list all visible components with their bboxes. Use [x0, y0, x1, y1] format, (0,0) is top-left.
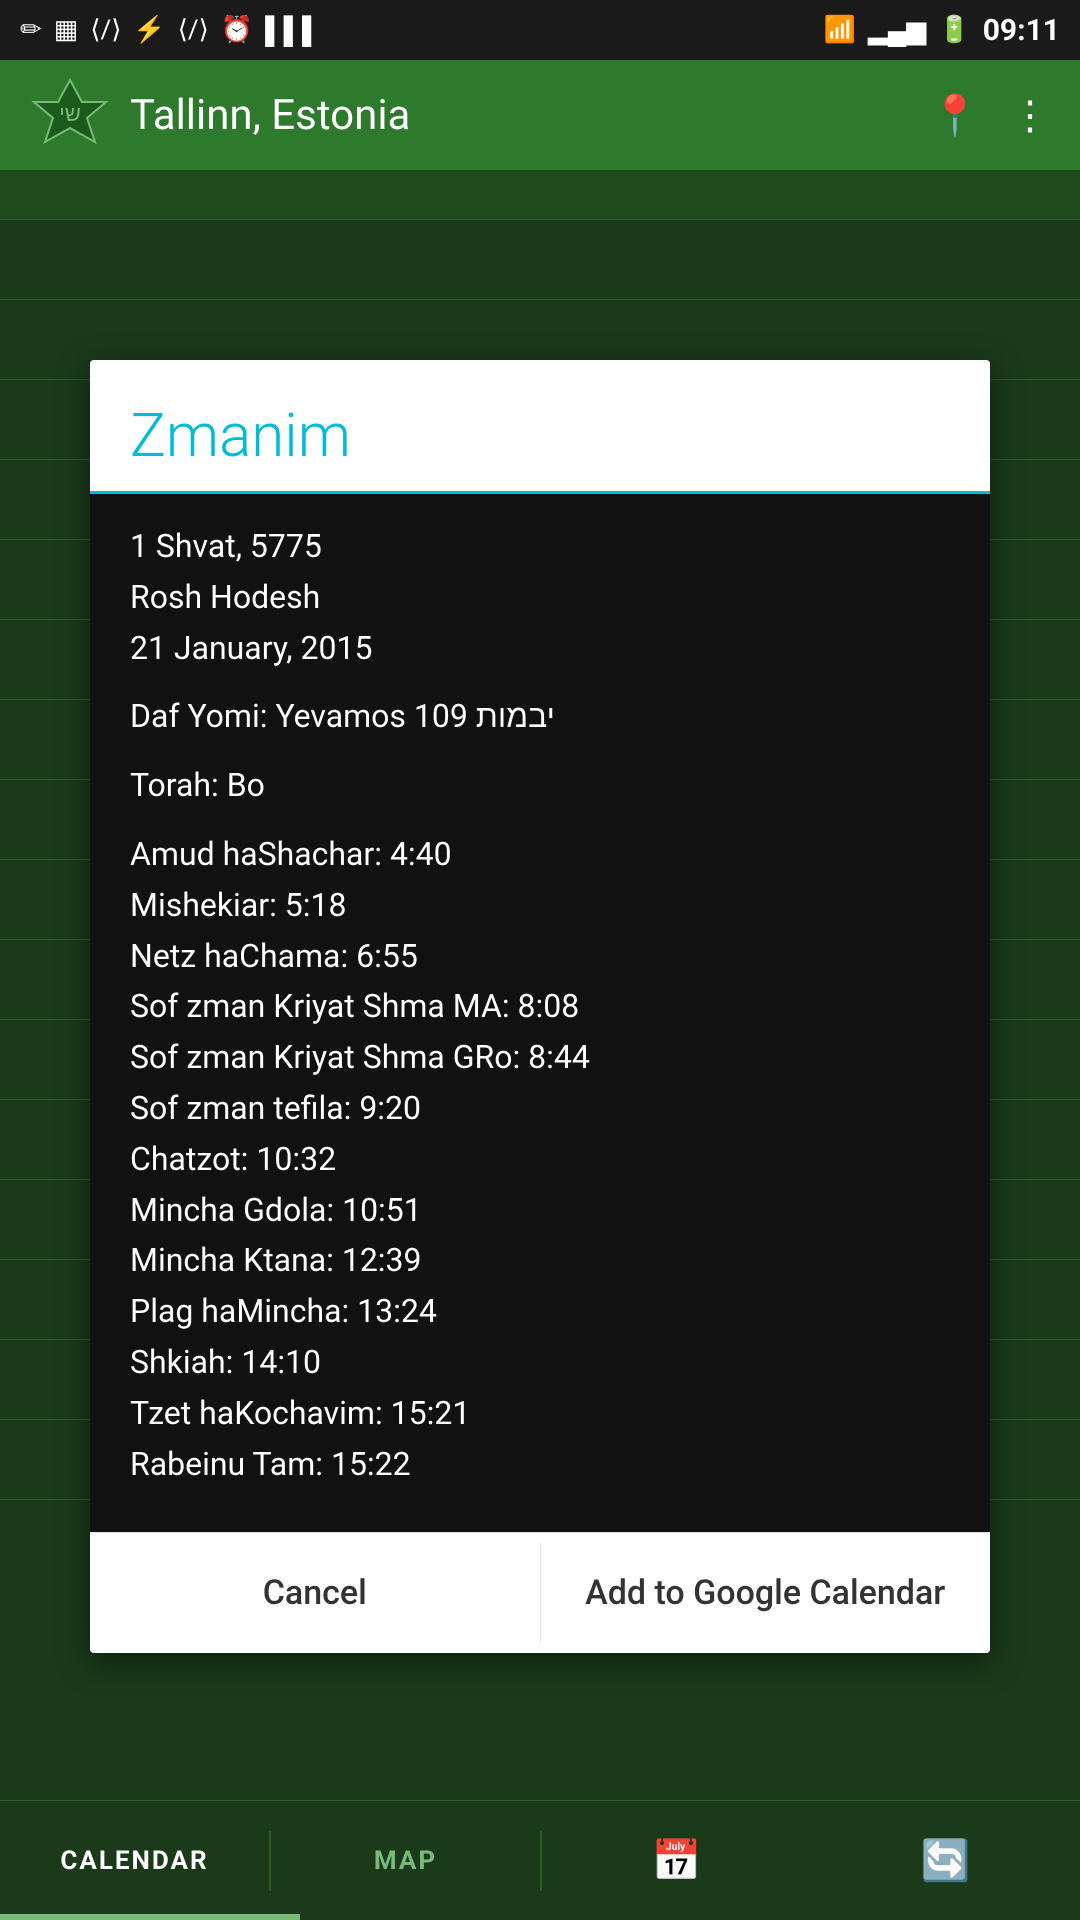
zman-3: Sof zman Kriyat Shma MA: 8:08	[130, 984, 950, 1029]
status-time: 09:11	[983, 13, 1060, 48]
calendar-nav-label: CALENDAR	[60, 1846, 208, 1876]
zman-10: Shkiah: 14:10	[130, 1340, 950, 1385]
gregorian-date: 21 January, 2015	[130, 626, 950, 671]
battery-icon: 🔋	[938, 15, 970, 45]
more-vert-icon[interactable]: ⋮	[1010, 92, 1050, 139]
edit-icon: ✏	[20, 15, 42, 45]
calendar-background: Zmanim 1 Shvat, 5775 Rosh Hodesh 21 Janu…	[0, 170, 1080, 1800]
zman-0: Amud haShachar: 4:40	[130, 832, 950, 877]
add-to-google-calendar-button[interactable]: Add to Google Calendar	[541, 1533, 991, 1653]
zman-6: Chatzot: 10:32	[130, 1137, 950, 1182]
rosh-hodesh: Rosh Hodesh	[130, 575, 950, 620]
bottom-nav-map[interactable]: MAP	[271, 1846, 540, 1876]
torah: Torah: Bo	[130, 763, 950, 808]
bottom-nav: CALENDAR MAP 📅 🔄	[0, 1800, 1080, 1920]
sim-icon: ▦	[54, 15, 79, 45]
location-icon[interactable]: 📍	[930, 92, 980, 139]
daf-yomi: Daf Yomi: Yevamos 109 יבמות	[130, 694, 950, 739]
bottom-nav-calendar[interactable]: CALENDAR	[0, 1846, 269, 1876]
progress-bar	[0, 1914, 300, 1920]
header-icons: 📍 ⋮	[930, 92, 1050, 139]
zman-5: Sof zman tefila: 9:20	[130, 1086, 950, 1131]
zman-2: Netz haChama: 6:55	[130, 934, 950, 979]
code2-icon: ⟨/⟩	[178, 15, 209, 45]
calendar-icon: 📅	[652, 1837, 702, 1884]
signal-icon: ▂▄▆	[868, 15, 926, 46]
zmanim-dialog: Zmanim 1 Shvat, 5775 Rosh Hodesh 21 Janu…	[90, 360, 990, 1653]
dialog-overlay: Zmanim 1 Shvat, 5775 Rosh Hodesh 21 Janu…	[0, 230, 1080, 1800]
status-bar: ✏ ▦ ⟨/⟩ ⚡ ⟨/⟩ ⏰ ▌▌▌ 📶 ▂▄▆ 🔋 09:11	[0, 0, 1080, 60]
status-icons-right: 📶 ▂▄▆ 🔋 09:11	[824, 13, 1060, 48]
zman-7: Mincha Gdola: 10:51	[130, 1188, 950, 1233]
zman-4: Sof zman Kriyat Shma GRo: 8:44	[130, 1035, 950, 1080]
status-icons-left: ✏ ▦ ⟨/⟩ ⚡ ⟨/⟩ ⏰ ▌▌▌	[20, 15, 320, 46]
map-nav-label: MAP	[374, 1846, 437, 1876]
dialog-actions: Cancel Add to Google Calendar	[90, 1532, 990, 1653]
hebrew-date: 1 Shvat, 5775	[130, 524, 950, 569]
zman-12: Rabeinu Tam: 15:22	[130, 1442, 950, 1487]
cancel-button[interactable]: Cancel	[90, 1533, 540, 1653]
barcode-icon: ▌▌▌	[265, 15, 320, 46]
usb-icon: ⚡	[133, 15, 165, 45]
bottom-nav-refresh-item[interactable]: 🔄	[811, 1837, 1080, 1884]
svg-text:שי: שי	[59, 101, 81, 126]
dialog-content: 1 Shvat, 5775 Rosh Hodesh 21 January, 20…	[90, 494, 990, 1532]
code-icon: ⟨/⟩	[90, 15, 121, 45]
app-logo: שי	[30, 75, 110, 155]
zman-1: Mishekiar: 5:18	[130, 883, 950, 928]
app-title: Tallinn, Estonia	[130, 91, 930, 140]
app-header: שי Tallinn, Estonia 📍 ⋮	[0, 60, 1080, 170]
zman-8: Mincha Ktana: 12:39	[130, 1238, 950, 1283]
zman-11: Tzet haKochavim: 15:21	[130, 1391, 950, 1436]
dialog-title-bar: Zmanim	[90, 360, 990, 494]
wifi-icon: 📶	[824, 15, 856, 45]
dialog-title: Zmanim	[130, 400, 351, 471]
zman-9: Plag haMincha: 13:24	[130, 1289, 950, 1334]
clock-icon: ⏰	[221, 15, 253, 45]
bottom-nav-calendar-icon-item[interactable]: 📅	[542, 1837, 811, 1884]
refresh-icon: 🔄	[921, 1837, 971, 1884]
